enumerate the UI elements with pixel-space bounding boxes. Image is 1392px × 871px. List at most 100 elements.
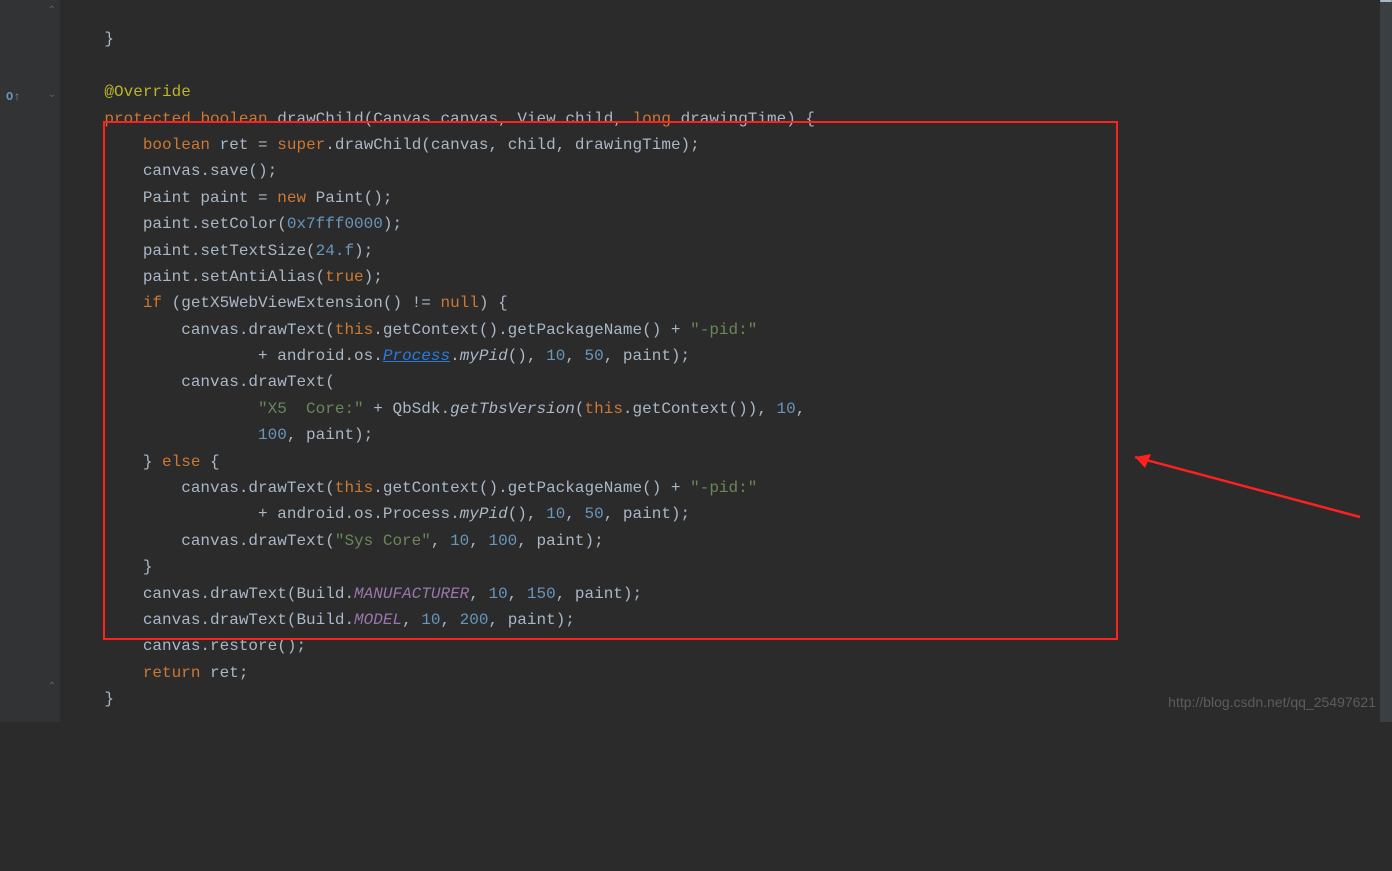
- string-literal: "Sys Core": [335, 532, 431, 550]
- comma: ,: [796, 400, 806, 418]
- end: , paint);: [517, 532, 603, 550]
- code-line: canvas.drawText(: [66, 479, 335, 497]
- keyword-protected: protected: [104, 110, 190, 128]
- call: .drawChild(canvas, child, drawingTime);: [325, 136, 699, 154]
- scrollbar-thumb[interactable]: [1380, 0, 1392, 2]
- keyword-boolean: boolean: [143, 136, 210, 154]
- code-content[interactable]: } @Override protected boolean drawChild (…: [60, 0, 1392, 722]
- ret-expr: ret;: [200, 664, 248, 682]
- mid: .getContext().getPackageName() +: [373, 479, 690, 497]
- code-line: paint.setColor(: [66, 215, 287, 233]
- num-literal: 100: [258, 426, 287, 444]
- fold-icon[interactable]: ⌃: [48, 680, 56, 697]
- code-line: canvas.drawText(: [66, 321, 335, 339]
- mid: ,: [469, 585, 488, 603]
- string-literal: "-pid:": [690, 321, 757, 339]
- end: , paint);: [604, 347, 690, 365]
- code-line: canvas.restore();: [66, 637, 306, 655]
- param: child: [565, 110, 613, 128]
- param: drawingTime: [681, 110, 787, 128]
- num-literal: 200: [460, 611, 489, 629]
- post: .getContext()),: [623, 400, 777, 418]
- override-icon[interactable]: O↑: [6, 88, 20, 108]
- code-line: canvas.save();: [66, 162, 277, 180]
- num-literal: 10: [450, 532, 469, 550]
- num-literal: 50: [585, 505, 604, 523]
- fold-icon[interactable]: ⌃: [48, 4, 56, 21]
- end: , paint);: [488, 611, 574, 629]
- code-post: Paint();: [306, 189, 392, 207]
- dot: .: [450, 347, 460, 365]
- eq: =: [248, 136, 277, 154]
- code-post: );: [383, 215, 402, 233]
- brace: ) {: [786, 110, 815, 128]
- keyword-this: this: [335, 321, 373, 339]
- var: ret: [220, 136, 249, 154]
- arrow-icon: [1115, 447, 1375, 527]
- keyword-true: true: [325, 268, 363, 286]
- code-line: + android.os.Process.: [66, 505, 460, 523]
- param: canvas: [441, 110, 499, 128]
- annotation: @Override: [104, 83, 190, 101]
- end: , paint);: [604, 505, 690, 523]
- type: Canvas: [373, 110, 431, 128]
- paren: (),: [508, 347, 546, 365]
- num-literal: 150: [527, 585, 556, 603]
- static-field: MODEL: [354, 611, 402, 629]
- keyword-if: if: [143, 294, 162, 312]
- keyword-new: new: [277, 189, 306, 207]
- type: View: [517, 110, 555, 128]
- num-literal: 10: [777, 400, 796, 418]
- method-name: drawChild: [277, 110, 363, 128]
- end: , paint);: [556, 585, 642, 603]
- static-field: MANUFACTURER: [354, 585, 469, 603]
- num-literal: 10: [546, 347, 565, 365]
- brace: }: [66, 30, 114, 48]
- brace: {: [200, 453, 219, 471]
- num-literal: 24.f: [316, 242, 354, 260]
- watermark-text: http://blog.csdn.net/qq_25497621: [1168, 691, 1376, 714]
- keyword-this: this: [585, 400, 623, 418]
- paren: (: [575, 400, 585, 418]
- keyword-this: this: [335, 479, 373, 497]
- code-line: + android.os.: [66, 347, 383, 365]
- num-literal: 10: [488, 585, 507, 603]
- method-italic: myPid: [460, 347, 508, 365]
- code-post: );: [354, 242, 373, 260]
- mid: ,: [431, 532, 450, 550]
- indent: [66, 426, 258, 444]
- keyword-boolean: boolean: [200, 110, 267, 128]
- keyword-return: return: [143, 664, 201, 682]
- method-italic: getTbsVersion: [450, 400, 575, 418]
- keyword-long: long: [633, 110, 671, 128]
- code-mid: .getContext().getPackageName() +: [373, 321, 690, 339]
- code-line: canvas.drawText(Build.: [66, 585, 354, 603]
- class-link[interactable]: Process: [383, 347, 450, 365]
- num-literal: 10: [546, 505, 565, 523]
- brace: }: [66, 690, 114, 708]
- string-literal: "-pid:": [690, 479, 757, 497]
- code-editor[interactable]: ⌃ O↑ ⌄ ⌃ } @Override protected boolean d…: [0, 0, 1392, 722]
- keyword-else: else: [162, 453, 200, 471]
- paren: (),: [508, 505, 546, 523]
- scrollbar-track[interactable]: [1380, 0, 1392, 722]
- keyword-super: super: [277, 136, 325, 154]
- code-pre[interactable]: } @Override protected boolean drawChild (…: [66, 26, 1392, 712]
- num-literal: 10: [421, 611, 440, 629]
- code-line: Paint paint =: [66, 189, 277, 207]
- mid: + QbSdk.: [364, 400, 450, 418]
- fold-icon[interactable]: ⌄: [48, 88, 56, 105]
- hex-literal: 0x7fff0000: [287, 215, 383, 233]
- brace: }: [66, 453, 162, 471]
- code-line: paint.setTextSize(: [66, 242, 316, 260]
- method-italic: myPid: [460, 505, 508, 523]
- num-literal: 50: [585, 347, 604, 365]
- code-post: );: [364, 268, 383, 286]
- code-line: paint.setAntiAlias(: [66, 268, 325, 286]
- code-line: canvas.drawText(: [66, 373, 335, 391]
- code-line: canvas.drawText(: [66, 532, 335, 550]
- string-literal: "X5 Core:": [258, 400, 364, 418]
- num-literal: 100: [488, 532, 517, 550]
- brace: ) {: [479, 294, 508, 312]
- cond: (getX5WebViewExtension() !=: [162, 294, 440, 312]
